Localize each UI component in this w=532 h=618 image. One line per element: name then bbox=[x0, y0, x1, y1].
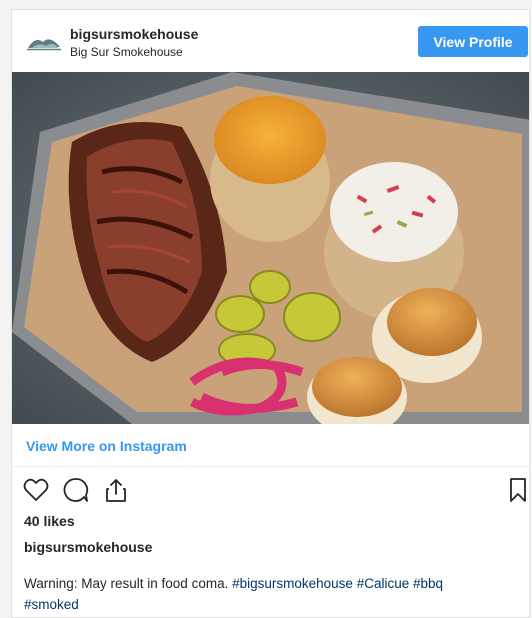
bookmark-icon[interactable] bbox=[504, 476, 532, 504]
likes-count: 40 likes bbox=[24, 513, 75, 529]
view-on-instagram-link[interactable]: View More on Instagram bbox=[26, 438, 187, 454]
comment-icon[interactable] bbox=[62, 476, 90, 504]
instagram-embed-card: bigsursmokehouse Big Sur Smokehouse View… bbox=[11, 9, 530, 618]
hashtag-calicue[interactable]: #Calicue bbox=[357, 576, 410, 591]
post-photo[interactable] bbox=[12, 72, 529, 424]
hashtag-smoked[interactable]: #smoked bbox=[24, 597, 79, 612]
bbq-tray-image bbox=[12, 72, 529, 424]
post-actions bbox=[22, 476, 526, 504]
profile-fullname: Big Sur Smokehouse bbox=[70, 45, 183, 59]
profile-username[interactable]: bigsursmokehouse bbox=[70, 26, 198, 42]
hashtag-bigsursmokehouse[interactable]: #bigsursmokehouse bbox=[232, 576, 353, 591]
divider bbox=[12, 466, 529, 467]
caption-text: Warning: May result in food coma. bbox=[24, 576, 233, 591]
share-icon[interactable] bbox=[102, 476, 130, 504]
caption-username[interactable]: bigsursmokehouse bbox=[24, 539, 152, 555]
hashtag-bbq[interactable]: #bbq bbox=[413, 576, 443, 591]
post-header: bigsursmokehouse Big Sur Smokehouse View… bbox=[12, 10, 529, 72]
post-caption: Warning: May result in food coma. #bigsu… bbox=[24, 573, 524, 615]
heart-icon[interactable] bbox=[22, 476, 50, 504]
view-profile-button[interactable]: View Profile bbox=[418, 26, 528, 57]
brand-logo-icon[interactable] bbox=[26, 32, 62, 54]
